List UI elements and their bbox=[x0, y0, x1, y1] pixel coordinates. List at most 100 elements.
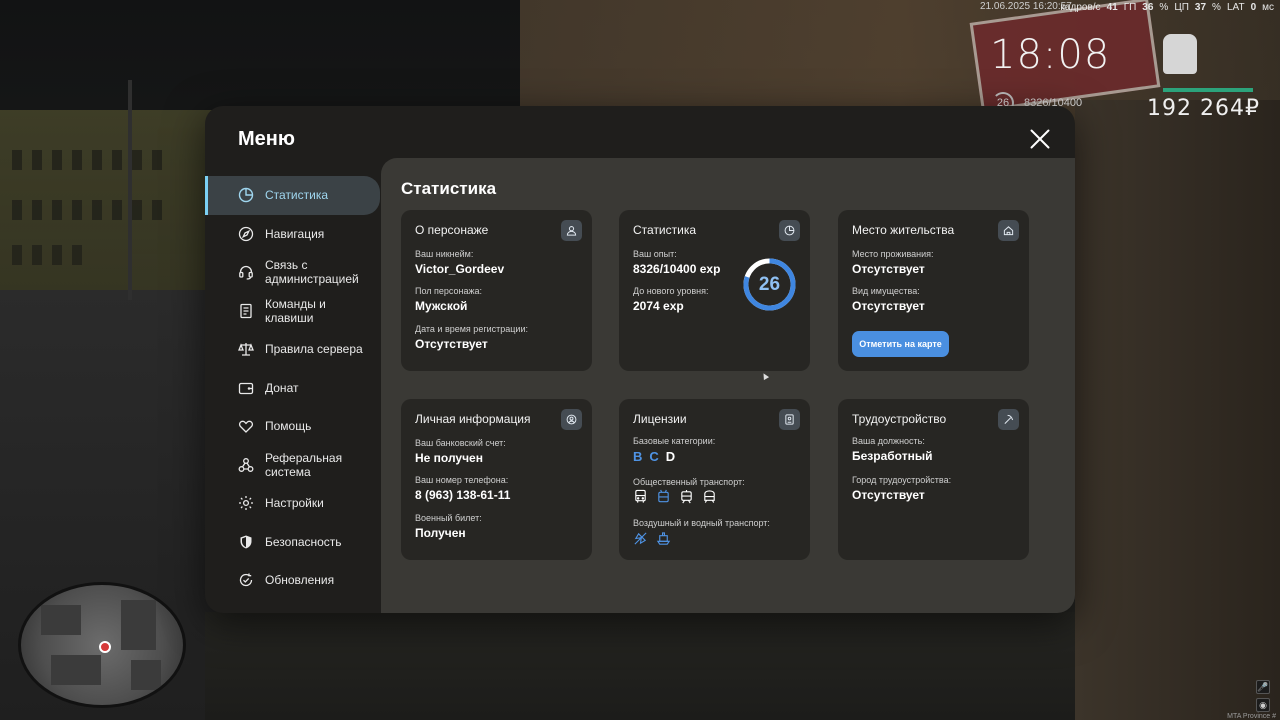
sidebar-item-label: Помощь bbox=[265, 419, 312, 434]
phone-label: Ваш номер телефона: bbox=[415, 475, 509, 485]
card-title: Статистика bbox=[633, 223, 697, 237]
content-panel: Статистика О персонаже Ваш никнейм: Vict… bbox=[381, 158, 1075, 613]
sidebar-item-label: Статистика bbox=[265, 188, 329, 203]
hud-health-bar bbox=[1163, 88, 1253, 92]
residence-card: Место жительства Место проживания: Отсут… bbox=[838, 210, 1029, 371]
sidebar-item-label: Настройки bbox=[265, 496, 324, 511]
background-building bbox=[0, 110, 215, 320]
fist-icon bbox=[1163, 34, 1197, 74]
license-category-d: D bbox=[665, 449, 676, 464]
wallet-icon bbox=[238, 380, 254, 396]
card-title: Трудоустройство bbox=[852, 412, 947, 426]
close-button[interactable] bbox=[1029, 128, 1051, 150]
sidebar-item-label: Обновления bbox=[265, 573, 335, 588]
sidebar-item-settings[interactable]: Настройки bbox=[205, 484, 380, 523]
hud-date: 21.06.2025 16:20:57 bbox=[980, 1, 1072, 12]
residence-label: Место проживания: bbox=[852, 249, 934, 259]
sidebar-item-security[interactable]: Безопасность bbox=[205, 523, 380, 562]
background-lamp bbox=[128, 80, 132, 300]
house-icon bbox=[998, 220, 1019, 241]
id-card-icon bbox=[779, 409, 800, 430]
sidebar-item-navigation[interactable]: Навигация bbox=[205, 215, 380, 254]
menu-title: Меню bbox=[238, 128, 295, 150]
military-label: Военный билет: bbox=[415, 513, 482, 523]
sidebar-item-label: Связь с администрацией bbox=[265, 258, 359, 287]
gear-icon bbox=[238, 495, 254, 511]
sidebar-item-admin-contact[interactable]: Связь с администрацией bbox=[205, 253, 380, 292]
voice-icon: ◉ bbox=[1256, 698, 1270, 712]
property-value: Отсутствует bbox=[852, 299, 925, 313]
sidebar-item-updates[interactable]: Обновления bbox=[205, 561, 380, 600]
position-label: Ваша должность: bbox=[852, 436, 925, 446]
personal-info-card: Личная информация Ваш банковский счет: Н… bbox=[401, 399, 592, 560]
statistics-card: Статистика Ваш опыт: 8326/10400 exp До н… bbox=[619, 210, 810, 371]
reg-value: Отсутствует bbox=[415, 337, 488, 351]
bank-value: Не получен bbox=[415, 451, 483, 465]
background-wall bbox=[1075, 100, 1280, 720]
character-card: О персонаже Ваш никнейм: Victor_Gordeev … bbox=[401, 210, 592, 371]
trolleybus-icon bbox=[656, 489, 671, 504]
sidebar-item-label: Навигация bbox=[265, 226, 325, 241]
sidebar: Статистика Навигация Связь с администрац… bbox=[205, 176, 380, 600]
boat-icon bbox=[656, 531, 671, 546]
work-city-value: Отсутствует bbox=[852, 488, 925, 502]
sidebar-item-rules[interactable]: Правила сервера bbox=[205, 330, 380, 369]
next-level-label: До нового уровня: bbox=[633, 286, 709, 296]
mark-on-map-button[interactable]: Отметить на карте bbox=[852, 331, 949, 357]
public-transport-icons bbox=[633, 489, 717, 504]
position-value: Безработный bbox=[852, 449, 933, 463]
sidebar-item-help[interactable]: Помощь bbox=[205, 407, 380, 446]
nick-value: Victor_Gordeev bbox=[415, 262, 505, 276]
sidebar-item-label: Правила сервера bbox=[265, 342, 363, 357]
microphone-icon: 🎤 bbox=[1256, 680, 1270, 694]
document-icon bbox=[238, 303, 254, 319]
property-label: Вид имущества: bbox=[852, 286, 920, 296]
card-title: Место жительства bbox=[852, 223, 955, 237]
air-water-label: Воздушный и водный транспорт: bbox=[633, 518, 770, 528]
reg-label: Дата и время регистрации: bbox=[415, 324, 528, 334]
corner-icons: 🎤 ◉ bbox=[1256, 680, 1270, 712]
work-city-label: Город трудоустройства: bbox=[852, 475, 952, 485]
license-categories: B C D bbox=[633, 449, 675, 464]
refresh-check-icon bbox=[238, 572, 254, 588]
bank-label: Ваш банковский счет: bbox=[415, 438, 506, 448]
sidebar-item-commands[interactable]: Команды и клавиши bbox=[205, 292, 380, 331]
sidebar-item-label: Безопасность bbox=[265, 534, 342, 549]
next-level-value: 2074 exp bbox=[633, 299, 684, 313]
compass-icon bbox=[238, 226, 254, 242]
page-title: Статистика bbox=[401, 179, 497, 198]
menu-window: Меню Статистика Навигация Связь с админи… bbox=[205, 106, 1075, 613]
bus-icon bbox=[633, 489, 648, 504]
sidebar-item-label: Реферальная система bbox=[265, 450, 343, 479]
sidebar-item-label: Донат bbox=[265, 380, 299, 395]
user-circle-icon bbox=[561, 409, 582, 430]
hud-money: 192 264₽ bbox=[1147, 96, 1260, 121]
employment-card: Трудоустройство Ваша должность: Безработ… bbox=[838, 399, 1029, 560]
military-value: Получен bbox=[415, 526, 466, 540]
residence-value: Отсутствует bbox=[852, 262, 925, 276]
scales-icon bbox=[238, 341, 254, 357]
base-categories-label: Базовые категории: bbox=[633, 436, 716, 446]
sidebar-item-label: Команды и клавиши bbox=[265, 296, 326, 325]
sidebar-item-donate[interactable]: Донат bbox=[205, 369, 380, 408]
card-title: О персонаже bbox=[415, 223, 489, 237]
metro-icon bbox=[702, 489, 717, 504]
nick-label: Ваш никнейм: bbox=[415, 249, 474, 259]
background-ground bbox=[205, 612, 1075, 720]
phone-value: 8 (963) 138-61-11 bbox=[415, 488, 511, 502]
license-category-c: C bbox=[649, 449, 659, 464]
shield-icon bbox=[238, 534, 254, 550]
headset-icon bbox=[238, 264, 254, 280]
exp-label: Ваш опыт: bbox=[633, 249, 677, 259]
exp-value: 8326/10400 exp bbox=[633, 262, 721, 276]
gender-value: Мужской bbox=[415, 299, 468, 313]
watermark: MTA Province # bbox=[1227, 713, 1276, 720]
tram-icon bbox=[679, 489, 694, 504]
hud-perf: кадров/с 41 ГП 36% ЦП 37% LAT 0 мс bbox=[1060, 2, 1274, 13]
air-water-icons bbox=[633, 531, 671, 546]
pickaxe-icon bbox=[998, 409, 1019, 430]
sidebar-item-referral[interactable]: Реферальная система bbox=[205, 446, 380, 485]
minimap bbox=[18, 582, 186, 708]
card-title: Лицензии bbox=[633, 412, 687, 426]
sidebar-item-statistics[interactable]: Статистика bbox=[205, 176, 380, 215]
